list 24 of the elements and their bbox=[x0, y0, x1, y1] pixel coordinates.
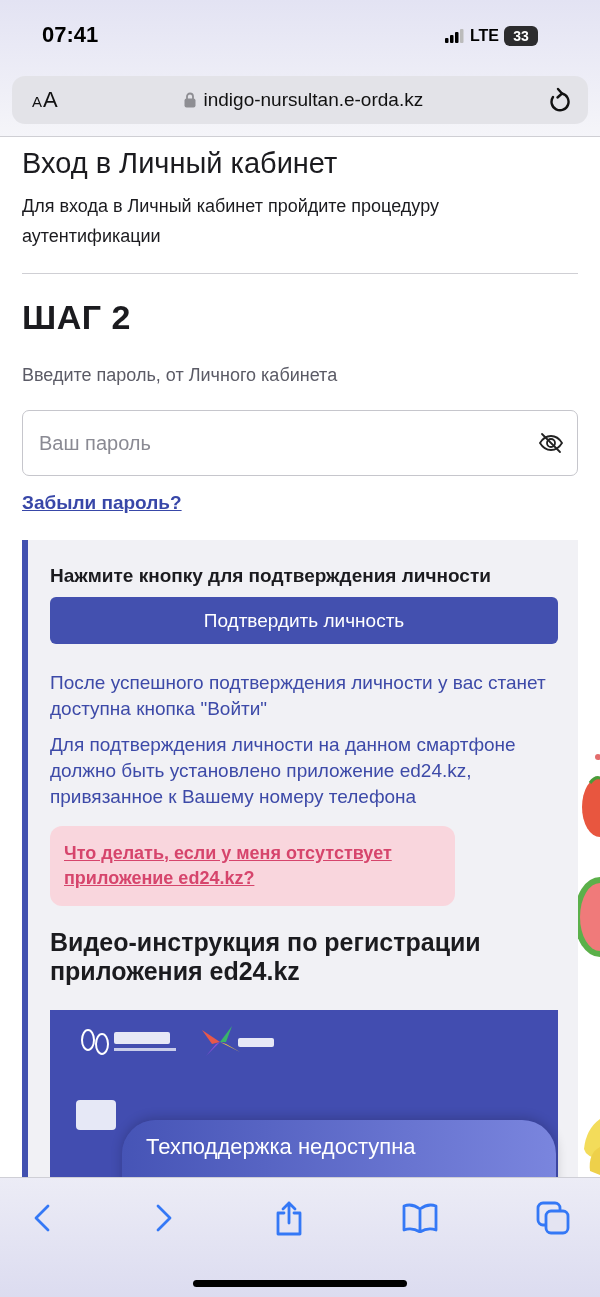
url-text[interactable]: indigo-nursultan.e-orda.kz bbox=[203, 89, 424, 111]
info-text: После успешного подтверждения личности у вас станет доступна кнопка "Войти" bbox=[50, 671, 547, 721]
text-size-button[interactable]: AA bbox=[32, 87, 59, 113]
network-label: LTE bbox=[469, 27, 499, 45]
page-description: Для входа в Личный кабинет пройдите процедуру аутентификации bbox=[22, 195, 440, 248]
step-heading: ШАГ 2 bbox=[22, 297, 132, 338]
battery-indicator: 33 bbox=[504, 26, 538, 46]
password-field[interactable]: Ваш пароль bbox=[22, 410, 578, 476]
forgot-password-link[interactable]: Забыли пароль? bbox=[22, 491, 182, 515]
signal-icon bbox=[444, 29, 465, 43]
share-icon[interactable] bbox=[274, 1200, 304, 1236]
field-label: Введите пароль, от Личного кабинета bbox=[22, 364, 339, 387]
clock: 07:41 bbox=[42, 22, 99, 48]
lock-icon bbox=[183, 92, 196, 108]
info-text: Для подтверждения личности на данном смартфоне должно быть установлено приложение ed24.kz, привязанное к Вашему номеру телефона bbox=[50, 733, 517, 809]
book-icon[interactable] bbox=[402, 1203, 438, 1233]
reload-icon[interactable] bbox=[548, 87, 570, 113]
page-title: Вход в Личный кабинет bbox=[22, 146, 339, 181]
tabs-icon[interactable] bbox=[536, 1201, 570, 1235]
support-banner: Техподдержка недоступна bbox=[122, 1120, 556, 1177]
eye-slash-icon[interactable] bbox=[538, 432, 564, 454]
video-heading: Видео-инструкция по регистрации приложения ed24.kz bbox=[50, 928, 482, 986]
confirm-identity-button[interactable]: Подтвердить личность bbox=[50, 597, 558, 644]
card-heading: Нажмите кнопку для подтверждения личности bbox=[50, 564, 492, 587]
